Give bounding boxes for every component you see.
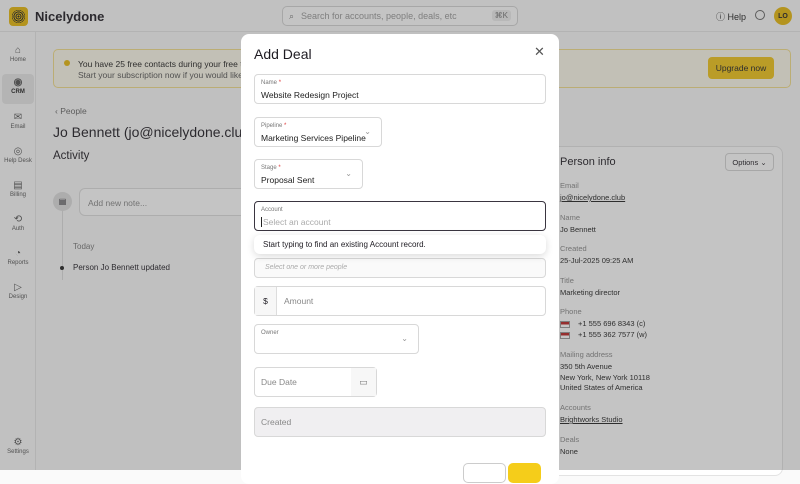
calendar-icon[interactable]: ▭ bbox=[351, 368, 376, 396]
chevron-down-icon: ⌄ bbox=[364, 127, 371, 136]
label-text: Name bbox=[261, 80, 278, 86]
save-button[interactable] bbox=[508, 463, 541, 483]
label-text: Stage bbox=[261, 165, 277, 171]
modal-title: Add Deal bbox=[254, 46, 312, 62]
pipeline-value: Marketing Services Pipeline bbox=[261, 133, 366, 143]
stage-value: Proposal Sent bbox=[261, 175, 315, 185]
people-placeholder: Select one or more people bbox=[265, 264, 348, 271]
field-label: Owner bbox=[261, 330, 279, 336]
due-date-placeholder: Due Date bbox=[261, 377, 297, 387]
cancel-button[interactable] bbox=[463, 463, 506, 483]
chevron-down-icon: ⌄ bbox=[345, 169, 352, 178]
required-mark: * bbox=[284, 123, 287, 129]
chevron-down-icon: ⌄ bbox=[401, 334, 408, 343]
currency-prefix: $ bbox=[255, 287, 277, 315]
account-suggestion-dropdown: Start typing to find an existing Account… bbox=[254, 235, 546, 254]
stage-select[interactable]: Stage * Proposal Sent ⌄ bbox=[254, 159, 363, 189]
close-icon[interactable]: ✕ bbox=[534, 44, 545, 60]
add-deal-modal: Add Deal ✕ Name * Website Redesign Projec… bbox=[241, 34, 559, 484]
name-value: Website Redesign Project bbox=[261, 90, 359, 100]
account-input[interactable]: Account Select an account bbox=[254, 201, 546, 231]
field-label: Name * bbox=[261, 80, 281, 86]
name-field[interactable]: Name * Website Redesign Project bbox=[254, 74, 546, 104]
created-placeholder: Created bbox=[261, 417, 292, 427]
field-label: Stage * bbox=[261, 165, 281, 171]
due-date-input[interactable]: Due Date ▭ bbox=[254, 367, 377, 397]
created-input: Created bbox=[254, 407, 546, 437]
pipeline-select[interactable]: Pipeline * Marketing Services Pipeline ⌄ bbox=[254, 117, 382, 147]
required-mark: * bbox=[278, 165, 281, 171]
amount-placeholder: Amount bbox=[284, 296, 314, 306]
field-label: Pipeline * bbox=[261, 123, 286, 129]
required-mark: * bbox=[278, 80, 282, 86]
label-text: Pipeline bbox=[261, 123, 283, 129]
field-label: Account bbox=[261, 207, 283, 213]
account-placeholder: Select an account bbox=[261, 217, 331, 227]
owner-select[interactable]: Owner ⌄ bbox=[254, 324, 419, 354]
people-input[interactable]: Select one or more people bbox=[254, 258, 546, 278]
amount-input[interactable]: $ Amount bbox=[254, 286, 546, 316]
